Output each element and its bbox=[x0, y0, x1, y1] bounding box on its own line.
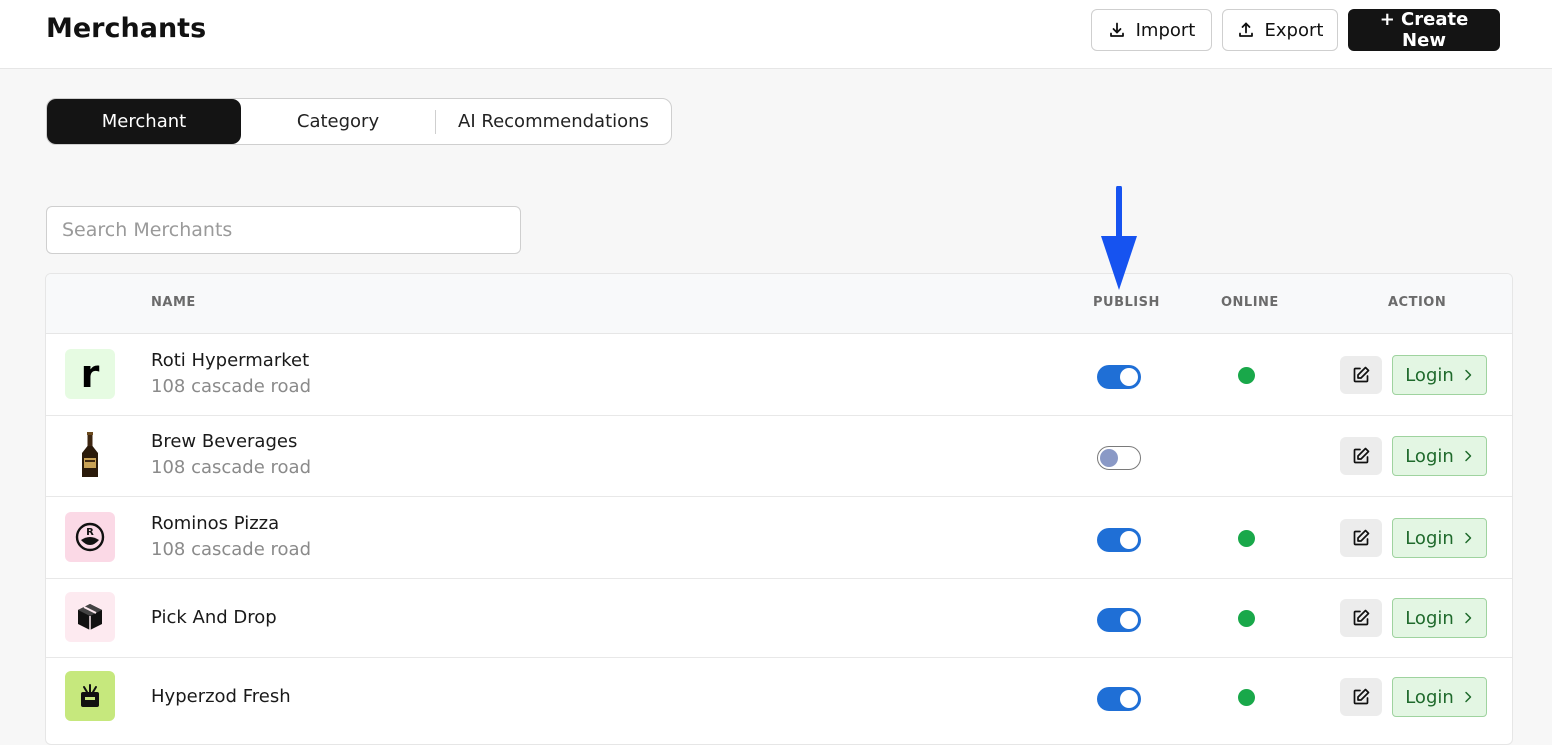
merchant-address: 108 cascade road bbox=[151, 376, 312, 397]
merchant-name: Pick And Drop bbox=[151, 607, 277, 628]
merchant-name: Hyperzod Fresh bbox=[151, 686, 291, 707]
online-status-dot bbox=[1238, 367, 1255, 384]
tab-merchant[interactable]: Merchant bbox=[47, 99, 241, 144]
rominos-pizza-logo-icon: R bbox=[65, 512, 115, 562]
publish-toggle[interactable] bbox=[1097, 608, 1141, 632]
chevron-right-icon bbox=[1465, 532, 1472, 544]
merchant-name: Rominos Pizza bbox=[151, 513, 280, 534]
edit-icon bbox=[1353, 366, 1370, 383]
roti-r-logo-icon: r bbox=[65, 349, 115, 399]
edit-button[interactable] bbox=[1340, 599, 1382, 637]
annotation-arrow-icon bbox=[1101, 186, 1137, 290]
publish-toggle[interactable] bbox=[1097, 446, 1141, 470]
publish-toggle[interactable] bbox=[1097, 687, 1141, 711]
online-status-dot bbox=[1238, 689, 1255, 706]
tab-ai-recommendations[interactable]: AI Recommendations bbox=[436, 99, 671, 144]
login-button-label: Login bbox=[1405, 607, 1454, 629]
publish-toggle[interactable] bbox=[1097, 365, 1141, 389]
export-button[interactable]: Export bbox=[1222, 9, 1338, 51]
column-header-online: ONLINE bbox=[1221, 295, 1279, 310]
login-button[interactable]: Login bbox=[1392, 436, 1487, 476]
edit-button[interactable] bbox=[1340, 678, 1382, 716]
merchant-name: Roti Hypermarket bbox=[151, 350, 310, 371]
login-button[interactable]: Login bbox=[1392, 355, 1487, 395]
publish-toggle[interactable] bbox=[1097, 528, 1141, 552]
edit-button[interactable] bbox=[1340, 356, 1382, 394]
chevron-right-icon bbox=[1465, 612, 1472, 624]
edit-icon bbox=[1353, 688, 1370, 705]
beer-bottle-icon bbox=[65, 430, 115, 480]
online-status-dot bbox=[1238, 610, 1255, 627]
merchant-tabs: Merchant Category AI Recommendations bbox=[46, 98, 672, 145]
login-button[interactable]: Login bbox=[1392, 518, 1487, 558]
grocery-basket-icon bbox=[65, 671, 115, 721]
column-header-name: NAME bbox=[151, 295, 196, 310]
page-title: Merchants bbox=[46, 13, 207, 44]
chevron-right-icon bbox=[1465, 691, 1472, 703]
svg-text:R: R bbox=[86, 527, 94, 538]
login-button-label: Login bbox=[1405, 445, 1454, 467]
create-new-button-label: + Create New bbox=[1379, 9, 1469, 51]
import-button-label: Import bbox=[1135, 19, 1196, 41]
column-header-action: ACTION bbox=[1388, 295, 1447, 310]
table-row: R Rominos Pizza 108 cascade road Login bbox=[46, 496, 1512, 579]
login-button-label: Login bbox=[1405, 527, 1454, 549]
upload-icon bbox=[1238, 22, 1253, 37]
column-header-publish: PUBLISH bbox=[1093, 295, 1160, 310]
online-status-dot bbox=[1238, 530, 1255, 547]
table-row: Pick And Drop Login bbox=[46, 578, 1512, 658]
export-button-label: Export bbox=[1264, 19, 1324, 41]
edit-icon bbox=[1353, 447, 1370, 464]
chevron-right-icon bbox=[1465, 450, 1472, 462]
edit-button[interactable] bbox=[1340, 437, 1382, 475]
merchant-address: 108 cascade road bbox=[151, 539, 312, 560]
merchants-table: NAME PUBLISH ONLINE ACTION r Roti Hyperm… bbox=[45, 273, 1513, 745]
top-bar: Merchants Import Export + Create New bbox=[0, 0, 1552, 69]
edit-icon bbox=[1353, 609, 1370, 626]
download-icon bbox=[1109, 22, 1124, 37]
search-merchants-input[interactable] bbox=[46, 206, 521, 254]
merchant-name: Brew Beverages bbox=[151, 431, 298, 452]
merchant-address: 108 cascade road bbox=[151, 457, 312, 478]
tab-category[interactable]: Category bbox=[241, 99, 435, 144]
import-button[interactable]: Import bbox=[1091, 9, 1212, 51]
login-button-label: Login bbox=[1405, 686, 1454, 708]
login-button[interactable]: Login bbox=[1392, 598, 1487, 638]
table-header: NAME PUBLISH ONLINE ACTION bbox=[46, 274, 1512, 334]
package-box-icon bbox=[65, 592, 115, 642]
create-new-button[interactable]: + Create New bbox=[1348, 9, 1500, 51]
table-row: Brew Beverages 108 cascade road Login bbox=[46, 415, 1512, 497]
edit-icon bbox=[1353, 529, 1370, 546]
chevron-right-icon bbox=[1465, 369, 1472, 381]
login-button-label: Login bbox=[1405, 364, 1454, 386]
login-button[interactable]: Login bbox=[1392, 677, 1487, 717]
edit-button[interactable] bbox=[1340, 519, 1382, 557]
table-row: r Roti Hypermarket 108 cascade road Logi… bbox=[46, 334, 1512, 416]
